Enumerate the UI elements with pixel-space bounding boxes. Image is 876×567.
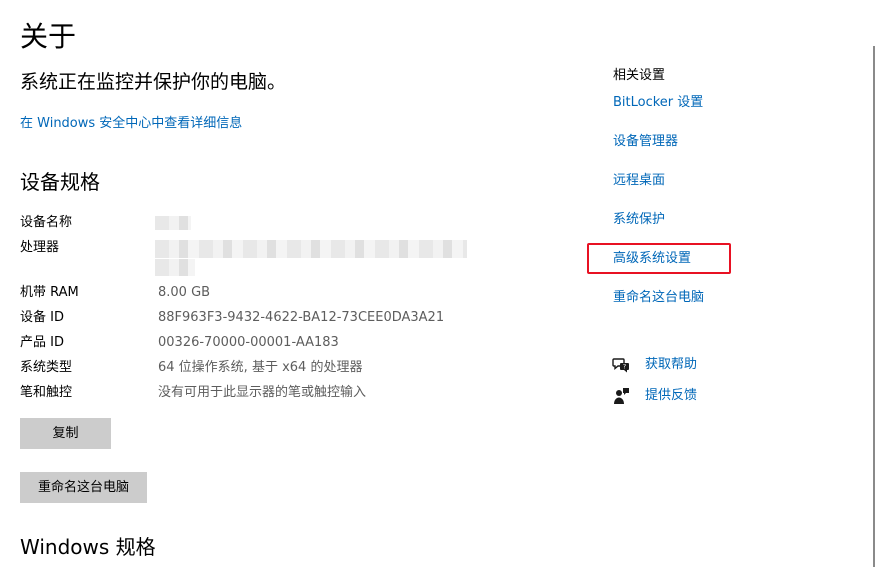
chat-help-icon: ? xyxy=(612,358,629,373)
spec-row-processor: 处理器 xyxy=(20,237,580,277)
spec-row-system-type: 系统类型 64 位操作系统, 基于 x64 的处理器 xyxy=(20,357,580,379)
redacted-processor-line2 xyxy=(155,259,195,276)
svg-text:?: ? xyxy=(623,363,626,371)
system-protection-link[interactable]: 系统保护 xyxy=(613,210,665,230)
spec-value: 8.00 GB xyxy=(158,285,211,300)
security-center-link[interactable]: 在 Windows 安全中心中查看详细信息 xyxy=(20,114,242,134)
about-page: 关于 系统正在监控并保护你的电脑。 在 Windows 安全中心中查看详细信息 … xyxy=(0,0,876,567)
get-help-link[interactable]: 获取帮助 xyxy=(645,354,697,376)
spec-label: 系统类型 xyxy=(20,360,73,375)
spec-row-device-id: 设备 ID 88F963F3-9432-4622-BA12-73CEE0DA3A… xyxy=(20,307,580,329)
device-specs-heading: 设备规格 xyxy=(20,170,100,194)
scrollbar-thumb[interactable] xyxy=(873,46,875,567)
spec-label: 处理器 xyxy=(20,240,60,255)
spec-row-device-name: 设备名称 xyxy=(20,212,580,234)
redacted-processor-line1 xyxy=(155,240,467,258)
page-title: 关于 xyxy=(20,20,77,53)
redacted-device-name xyxy=(155,216,191,230)
spec-value: 没有可用于此显示器的笔或触控输入 xyxy=(158,385,367,400)
spec-label: 笔和触控 xyxy=(20,385,73,400)
device-manager-link[interactable]: 设备管理器 xyxy=(613,132,678,152)
spec-value: 64 位操作系统, 基于 x64 的处理器 xyxy=(158,360,363,375)
spec-row-ram: 机带 RAM 8.00 GB xyxy=(20,282,580,304)
windows-specs-heading: Windows 规格 xyxy=(20,535,156,559)
feedback-person-icon xyxy=(614,388,629,404)
bitlocker-settings-link[interactable]: BitLocker 设置 xyxy=(613,93,703,113)
spec-label: 产品 ID xyxy=(20,335,64,350)
copy-button[interactable]: 复制 xyxy=(20,418,111,449)
spec-label: 设备名称 xyxy=(20,215,73,230)
rename-pc-button[interactable]: 重命名这台电脑 xyxy=(20,472,147,503)
spec-label: 设备 ID xyxy=(20,310,64,325)
remote-desktop-link[interactable]: 远程桌面 xyxy=(613,171,665,191)
spec-row-pen-touch: 笔和触控 没有可用于此显示器的笔或触控输入 xyxy=(20,382,580,404)
spec-row-product-id: 产品 ID 00326-70000-00001-AA183 xyxy=(20,332,580,354)
rename-pc-link[interactable]: 重命名这台电脑 xyxy=(613,288,704,308)
spec-label: 机带 RAM xyxy=(20,285,79,300)
highlight-annotation xyxy=(587,243,731,274)
protection-status-text: 系统正在监控并保护你的电脑。 xyxy=(20,71,287,93)
spec-value: 00326-70000-00001-AA183 xyxy=(158,335,339,350)
spec-value: 88F963F3-9432-4622-BA12-73CEE0DA3A21 xyxy=(158,310,445,325)
feedback-link[interactable]: 提供反馈 xyxy=(645,385,697,407)
related-settings-title: 相关设置 xyxy=(613,68,666,83)
